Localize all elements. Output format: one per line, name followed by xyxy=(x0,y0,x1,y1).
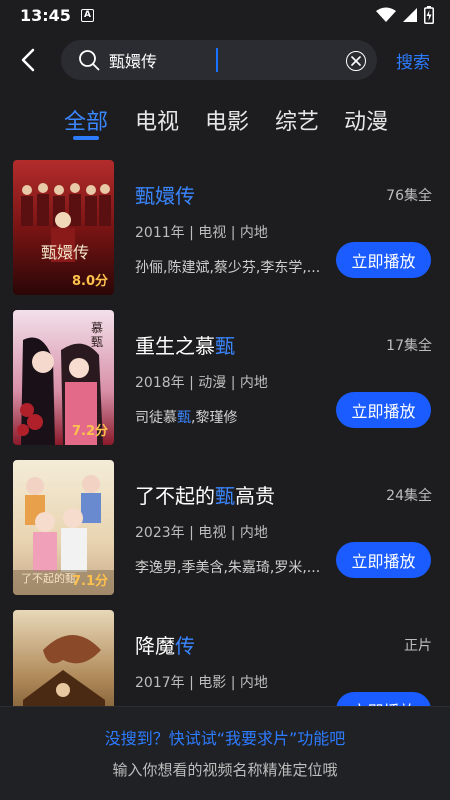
chevron-left-icon xyxy=(21,48,35,72)
episode-count: 24集全 xyxy=(386,488,432,504)
result-item[interactable]: 了不起的甄 7.1分 了不起的甄高贵 24集全 2023年 | 电视 | 内地 … xyxy=(0,460,450,596)
tab-tv[interactable]: 电视 xyxy=(135,104,179,136)
score-badge: 7.1分 xyxy=(71,574,108,589)
footer-panel: 没搜到？快试试“我要求片”功能吧 输入你想看的视频名称精准定位哦 xyxy=(0,706,450,800)
wifi-icon xyxy=(376,7,396,22)
poster-image[interactable]: 甄嬛传 8.0分 xyxy=(13,160,114,295)
active-tab-indicator xyxy=(73,136,99,140)
back-button[interactable] xyxy=(14,46,42,74)
category-tabs: 全部 电视 电影 综艺 动漫 xyxy=(0,104,450,144)
result-meta: 2011年 | 电视 | 内地 xyxy=(135,225,268,241)
search-icon xyxy=(79,50,100,71)
result-cast: 李逸男,季美含,朱嘉琦,罗米,... xyxy=(135,560,321,576)
score-badge: 8.0分 xyxy=(71,274,108,289)
title-highlight: 甄 xyxy=(215,484,235,508)
result-title[interactable]: 了不起的甄高贵 xyxy=(135,480,275,509)
result-meta: 2017年 | 电影 | 内地 xyxy=(135,675,268,691)
play-now-button[interactable]: 立即播放 xyxy=(336,242,431,278)
clear-search-button[interactable] xyxy=(346,51,366,71)
signal-icon xyxy=(403,8,417,22)
result-item[interactable]: 慕 甄 7.2分 重生之慕甄 17集全 2018年 | 动漫 | 内地 司徒慕甄… xyxy=(0,310,450,446)
search-box[interactable] xyxy=(61,40,377,80)
status-time: 13:45 xyxy=(20,5,71,25)
episode-count: 17集全 xyxy=(386,338,432,354)
svg-text:了不起的甄: 了不起的甄 xyxy=(21,571,76,585)
svg-text:甄嬛传: 甄嬛传 xyxy=(41,243,89,262)
play-now-button[interactable]: 立即播放 xyxy=(336,542,431,578)
play-now-button[interactable]: 立即播放 xyxy=(336,392,431,428)
battery-icon xyxy=(424,6,434,24)
tab-variety[interactable]: 综艺 xyxy=(275,104,319,136)
title-highlight: 甄嬛传 xyxy=(135,184,195,208)
result-title[interactable]: 重生之慕甄 xyxy=(135,330,235,359)
svg-text:甄: 甄 xyxy=(91,335,103,349)
result-title[interactable]: 降魔传 xyxy=(135,630,195,659)
result-cast: 司徒慕甄,黎瑾修 xyxy=(135,410,238,426)
status-bar: 13:45 A xyxy=(0,0,450,30)
title-highlight: 甄 xyxy=(215,334,235,358)
search-input[interactable] xyxy=(109,48,329,72)
status-icons xyxy=(376,6,434,24)
request-video-link[interactable]: 没搜到？快试试“我要求片”功能吧 xyxy=(0,725,450,749)
score-badge: 7.2分 xyxy=(71,424,108,439)
title-highlight: 传 xyxy=(175,634,195,658)
episode-count: 76集全 xyxy=(386,188,432,204)
result-meta: 2023年 | 电视 | 内地 xyxy=(135,525,268,541)
notification-a-icon: A xyxy=(80,8,94,22)
poster-image[interactable]: 了不起的甄 7.1分 xyxy=(13,460,114,595)
tab-movie[interactable]: 电影 xyxy=(205,104,249,136)
tab-anime[interactable]: 动漫 xyxy=(344,104,388,136)
svg-text:慕: 慕 xyxy=(91,321,103,335)
tab-all[interactable]: 全部 xyxy=(64,104,108,136)
result-cast: 孙俪,陈建斌,蔡少芬,李东学,... xyxy=(135,260,321,276)
result-title[interactable]: 甄嬛传 xyxy=(135,180,195,209)
close-icon xyxy=(351,56,361,66)
result-item[interactable]: 甄嬛传 8.0分 甄嬛传 76集全 2011年 | 电视 | 内地 孙俪,陈建斌… xyxy=(0,160,450,296)
result-meta: 2018年 | 动漫 | 内地 xyxy=(135,375,268,391)
episode-count: 正片 xyxy=(404,638,432,654)
search-button[interactable]: 搜索 xyxy=(396,48,430,73)
text-caret xyxy=(216,48,218,72)
poster-image[interactable]: 慕 甄 7.2分 xyxy=(13,310,114,445)
footer-tip: 输入你想看的视频名称精准定位哦 xyxy=(112,761,338,779)
